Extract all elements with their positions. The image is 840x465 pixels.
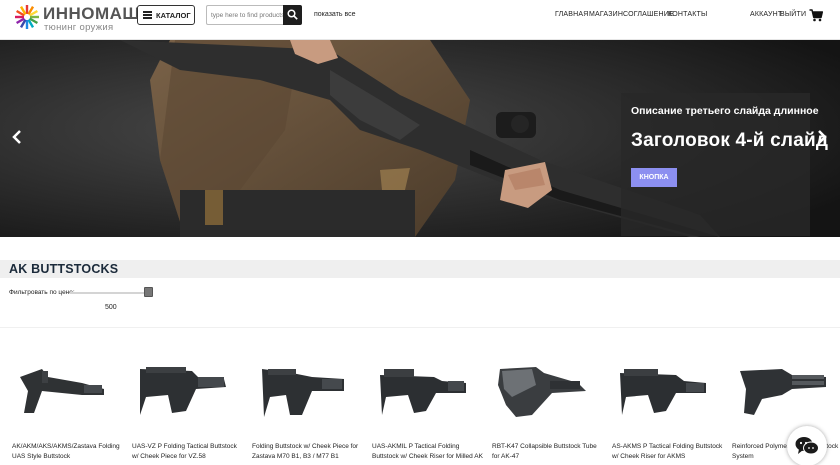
logo[interactable]: ИННОМАШ тюнинг оружия	[14, 3, 140, 33]
product-card[interactable]: AS-AKMS P Tactical Folding Buttstock w/ …	[612, 355, 730, 465]
product-name[interactable]: AK/AKM/AKS/AKMS/Zastava Folding UAS Styl…	[12, 442, 124, 462]
product-image	[620, 369, 706, 415]
section-header: AK BUTTSTOCKS	[0, 260, 840, 278]
product-card[interactable]: RBT-K47 Collapsible Buttstock Tube for A…	[492, 355, 610, 465]
account-link[interactable]: АККАУНТ	[750, 11, 782, 18]
show-all-link[interactable]: показать все	[314, 11, 356, 18]
search-button[interactable]	[283, 5, 302, 25]
product-name[interactable]: AS-AKMS P Tactical Folding Buttstock w/ …	[612, 442, 724, 462]
section-title: AK BUTTSTOCKS	[9, 262, 119, 276]
logo-tagline: тюнинг оружия	[44, 22, 114, 33]
divider	[0, 327, 840, 328]
search-input[interactable]	[206, 5, 283, 25]
product-image	[380, 369, 466, 415]
chat-icon	[795, 437, 819, 455]
product-card[interactable]: Folding Buttstock w/ Cheek Piece for Zas…	[252, 355, 370, 465]
product-card[interactable]: UAS-AKMIL P Tactical Folding Buttstock w…	[372, 355, 490, 465]
product-name[interactable]: Folding Buttstock w/ Cheek Piece for Zas…	[252, 442, 364, 462]
product-name[interactable]: UAS-AKMIL P Tactical Folding Buttstock w…	[372, 442, 484, 462]
product-image	[140, 367, 226, 415]
logo-sunburst-icon	[15, 5, 39, 29]
price-filter-label: Фильтровать по цене:	[9, 289, 75, 296]
slide-description: Описание третьего слайда длинное	[631, 105, 819, 117]
nav-agreement[interactable]: СОГЛАШЕНИЕ	[623, 11, 674, 18]
product-image	[262, 369, 344, 417]
nav-home[interactable]: ГЛАВНАЯ	[555, 11, 589, 18]
price-filter-value: 500	[105, 304, 117, 311]
search-form	[206, 5, 302, 25]
menu-icon	[143, 11, 152, 19]
logo-name: ИННОМАШ	[43, 4, 141, 23]
hero-slider: Описание третьего слайда длинное Заголов…	[0, 40, 840, 237]
product-name[interactable]: UAS-VZ P Folding Tactical Buttstock w/ C…	[132, 442, 244, 462]
slide-button[interactable]: КНОПКА	[631, 168, 677, 187]
chat-button[interactable]	[787, 426, 827, 465]
chevron-left-icon[interactable]	[12, 129, 22, 145]
price-slider-track[interactable]	[70, 292, 148, 294]
nav-contacts[interactable]: КОНТАКТЫ	[668, 11, 707, 18]
slide-title: Заголовок 4-й слайд	[631, 130, 829, 151]
site-header: ИННОМАШ тюнинг оружия КАТАЛОГ показать в…	[0, 0, 840, 40]
logout-link[interactable]: ВЫЙТИ	[780, 11, 806, 18]
product-card[interactable]: AK/AKM/AKS/AKMS/Zastava Folding UAS Styl…	[12, 355, 130, 465]
nav-shop[interactable]: МАГАЗИН	[589, 11, 623, 18]
catalog-button[interactable]: КАТАЛОГ	[137, 5, 195, 25]
search-icon	[287, 9, 298, 20]
product-card[interactable]: UAS-VZ P Folding Tactical Buttstock w/ C…	[132, 355, 250, 465]
price-slider-handle[interactable]	[144, 287, 153, 297]
product-image	[20, 369, 104, 413]
cart-icon[interactable]	[809, 9, 823, 22]
product-image	[740, 369, 826, 415]
product-image	[498, 367, 586, 417]
slide-caption: Описание третьего слайда длинное Заголов…	[621, 93, 828, 236]
product-name[interactable]: RBT-K47 Collapsible Buttstock Tube for A…	[492, 442, 604, 462]
catalog-label: КАТАЛОГ	[156, 10, 191, 20]
